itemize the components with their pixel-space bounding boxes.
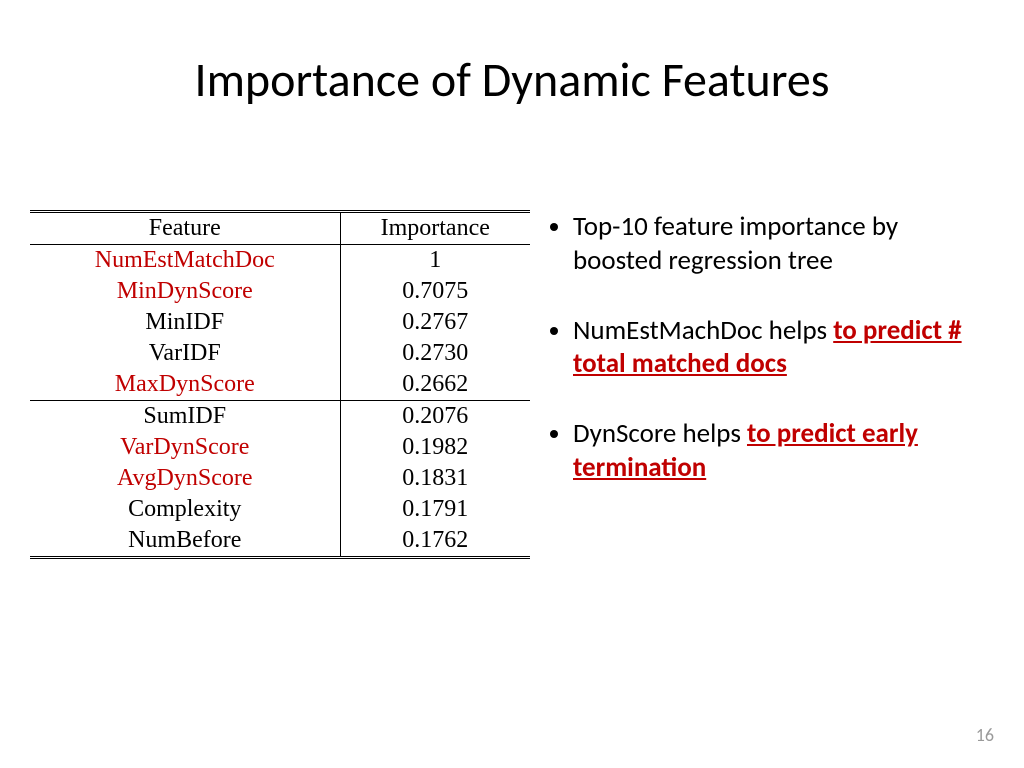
cell-feature: NumEstMatchDoc: [30, 245, 340, 277]
cell-feature: Complexity: [30, 494, 340, 525]
cell-importance: 0.1982: [340, 432, 530, 463]
slide-title: Importance of Dynamic Features: [0, 50, 1024, 109]
bullet-text: DynScore helps: [573, 417, 747, 450]
list-item: DynScore helps to predict early terminat…: [573, 417, 985, 485]
feature-importance-table: Feature Importance NumEstMatchDoc 1 MinD…: [30, 210, 530, 559]
table-header-row: Feature Importance: [30, 212, 530, 245]
cell-importance: 0.2730: [340, 338, 530, 369]
cell-importance: 0.7075: [340, 276, 530, 307]
cell-importance: 0.1762: [340, 525, 530, 558]
cell-importance: 0.2662: [340, 369, 530, 401]
page-number: 16: [976, 724, 994, 746]
cell-feature: NumBefore: [30, 525, 340, 558]
table-row: VarDynScore 0.1982: [30, 432, 530, 463]
bullet-list: Top-10 feature importance by boosted reg…: [545, 210, 985, 521]
table-row: MinDynScore 0.7075: [30, 276, 530, 307]
table-row: Complexity 0.1791: [30, 494, 530, 525]
table-row: NumBefore 0.1762: [30, 525, 530, 558]
cell-importance: 0.2767: [340, 307, 530, 338]
table-row: NumEstMatchDoc 1: [30, 245, 530, 277]
cell-importance: 0.1791: [340, 494, 530, 525]
cell-feature: MaxDynScore: [30, 369, 340, 401]
feature-table: Feature Importance NumEstMatchDoc 1 MinD…: [30, 210, 530, 559]
cell-feature: MinIDF: [30, 307, 340, 338]
cell-feature: SumIDF: [30, 401, 340, 433]
cell-feature: VarIDF: [30, 338, 340, 369]
cell-importance: 0.1831: [340, 463, 530, 494]
col-header-feature: Feature: [30, 212, 340, 245]
cell-importance: 1: [340, 245, 530, 277]
cell-feature: VarDynScore: [30, 432, 340, 463]
list-item: NumEstMachDoc helps to predict # total m…: [573, 314, 985, 382]
bullet-text: NumEstMachDoc helps: [573, 314, 833, 347]
table-row: MaxDynScore 0.2662: [30, 369, 530, 401]
col-header-importance: Importance: [340, 212, 530, 245]
table-row: AvgDynScore 0.1831: [30, 463, 530, 494]
cell-feature: MinDynScore: [30, 276, 340, 307]
table-row: VarIDF 0.2730: [30, 338, 530, 369]
bullet-text: Top-10 feature importance by boosted reg…: [573, 210, 898, 277]
table-row: SumIDF 0.2076: [30, 401, 530, 433]
list-item: Top-10 feature importance by boosted reg…: [573, 210, 985, 278]
slide: Importance of Dynamic Features Feature I…: [0, 0, 1024, 768]
cell-feature: AvgDynScore: [30, 463, 340, 494]
cell-importance: 0.2076: [340, 401, 530, 433]
table-row: MinIDF 0.2767: [30, 307, 530, 338]
